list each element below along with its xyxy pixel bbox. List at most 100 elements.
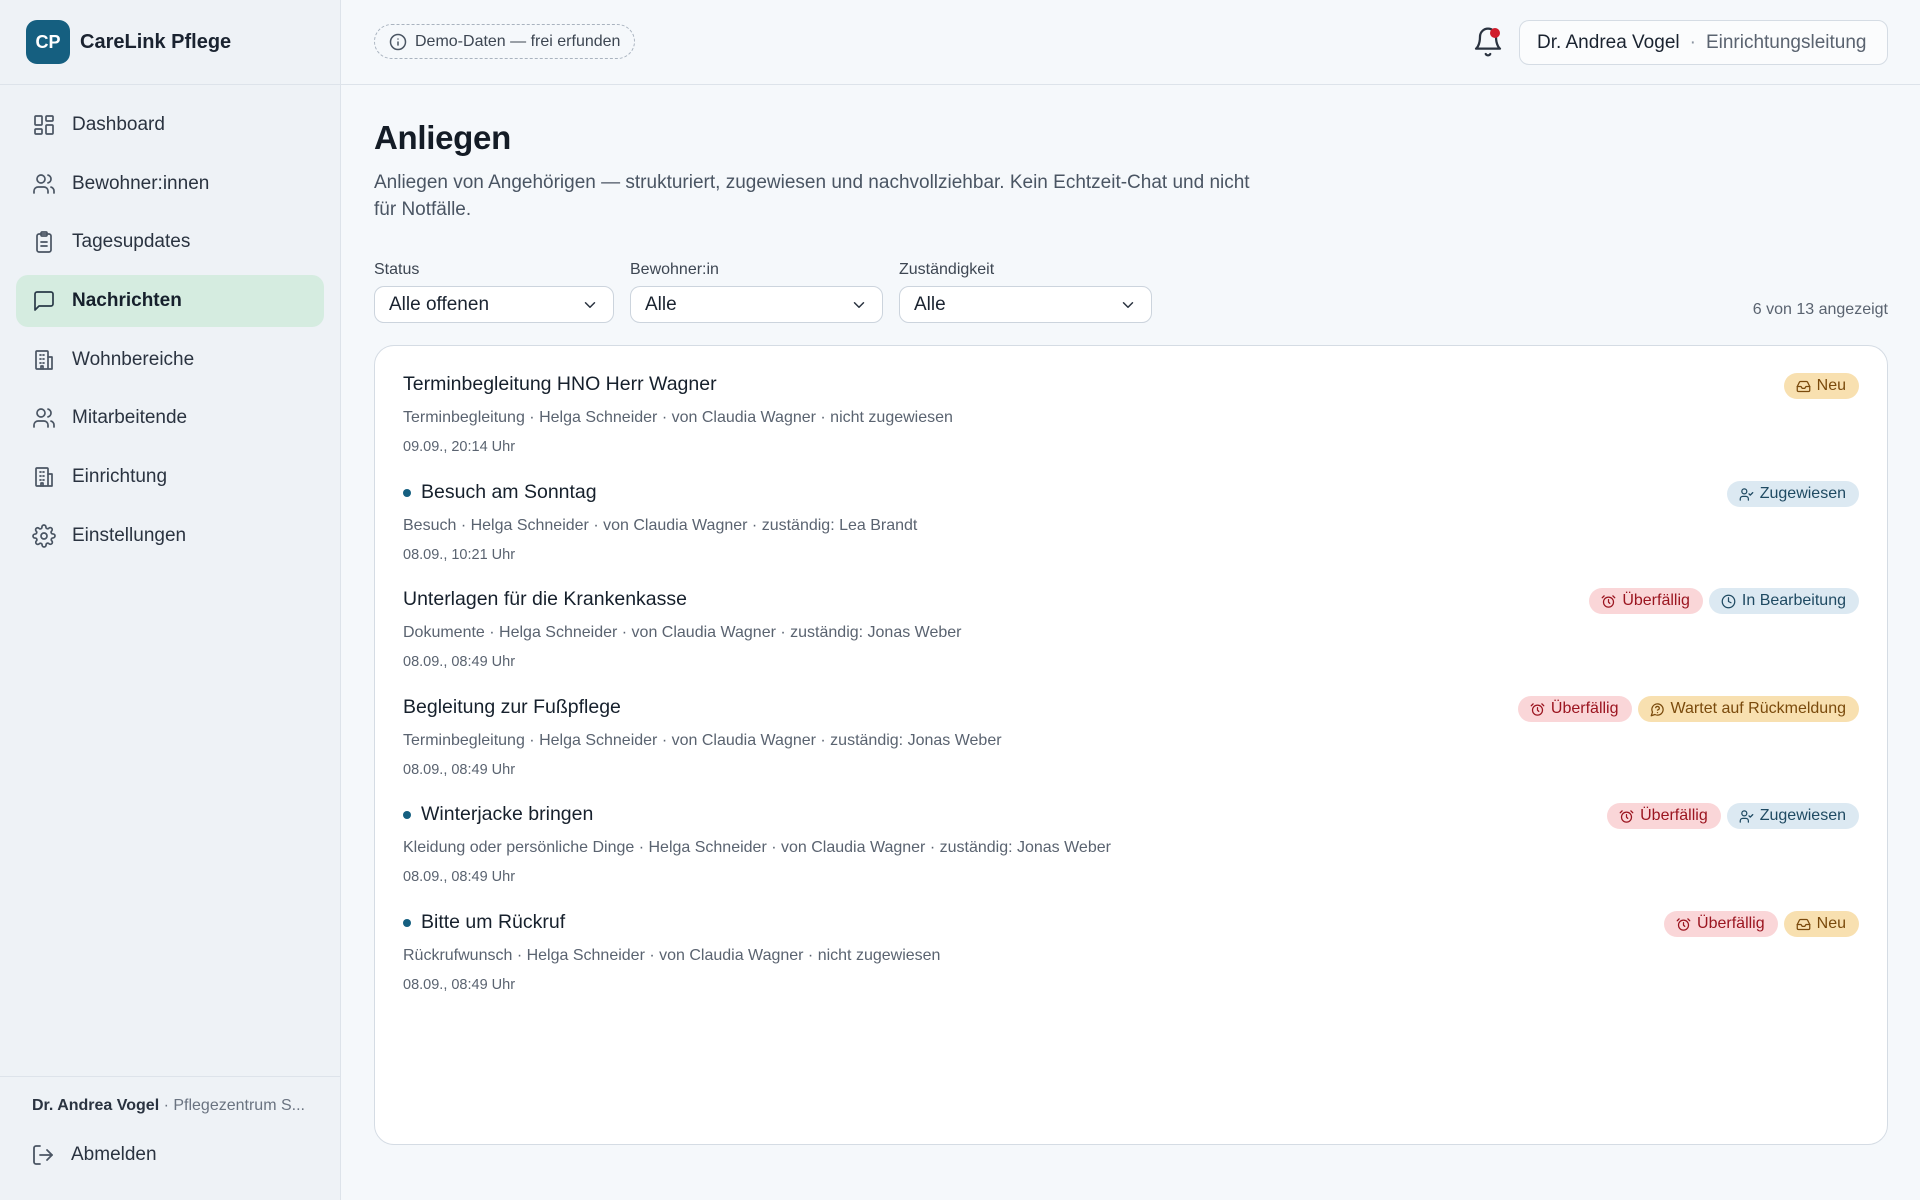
sidebar-item-label: Bewohner:innen — [72, 172, 210, 194]
sidebar-item-wohnbereiche[interactable]: Wohnbereiche — [16, 334, 324, 386]
request-meta: Rückrufwunsch · Helga Schneider · von Cl… — [403, 947, 941, 964]
status-badges: Überfällig In Bearbeitung — [1589, 588, 1859, 614]
status-badge-label: In Bearbeitung — [1741, 592, 1846, 609]
status-badge-label: Zugewiesen — [1759, 807, 1846, 824]
alarm-clock-icon — [1530, 702, 1545, 717]
request-row[interactable]: Winterjacke bringen Kleidung oder persönl… — [403, 776, 1859, 886]
status-badge-zugewiesen: Zugewiesen — [1726, 481, 1859, 507]
request-time: 08.09., 08:49 Uhr — [403, 977, 516, 993]
building-icon — [32, 348, 56, 372]
unread-indicator — [403, 810, 411, 819]
chevron-down-icon — [850, 296, 868, 314]
resident-filter-label: Bewohner:in — [630, 261, 719, 278]
notification-dot — [1490, 28, 1500, 38]
sidebar-item-label: Dashboard — [72, 114, 165, 135]
brand-name: CareLink Pflege — [80, 30, 232, 53]
sidebar-item-dashboard[interactable]: Dashboard — [16, 99, 324, 151]
sidebar-item-label: Einrichtung — [72, 466, 168, 488]
request-title-text: Terminbegleitung HNO Herr Wagner — [403, 373, 717, 395]
status-badge-ueberfaellig: Überfällig — [1664, 911, 1778, 937]
sidebar-item-bewohner-innen[interactable]: Bewohner:innen — [16, 158, 324, 210]
responsibility-select[interactable]: Alle — [899, 286, 1152, 323]
user-check-icon — [1739, 487, 1754, 502]
status-badge-ueberfaellig: Überfällig — [1589, 588, 1703, 614]
status-select[interactable]: Alle offenen — [374, 286, 614, 323]
sidebar-item-label: Wohnbereiche — [72, 348, 195, 370]
user-check-icon — [1739, 809, 1754, 824]
inbox-icon — [1796, 379, 1811, 394]
sidebar-footer: Dr. Andrea Vogel · Pflegezentrum S... Ab… — [0, 1076, 340, 1200]
request-row[interactable]: Unterlagen für die Krankenkasse Dokumente… — [403, 561, 1859, 671]
filter-bar: Status Alle offenen Bewohner:in Alle Zus… — [374, 261, 1888, 323]
result-count: 6 von 13 angezeigt — [1752, 301, 1888, 318]
status-badge-label: Überfällig — [1550, 700, 1619, 717]
logout-icon — [31, 1143, 55, 1167]
request-title: Unterlagen für die Krankenkasse — [403, 588, 687, 611]
status-badge-wartet: Wartet auf Rückmeldung — [1637, 696, 1859, 722]
status-badge-label: Überfällig — [1640, 807, 1708, 824]
request-meta: Besuch · Helga Schneider · von Claudia W… — [403, 517, 918, 534]
status-badges: Zugewiesen — [1726, 481, 1859, 507]
sidebar-item-label: Mitarbeitende — [72, 407, 188, 429]
resident-select[interactable]: Alle — [630, 286, 883, 323]
request-title-text: Unterlagen für die Krankenkasse — [403, 588, 687, 610]
sidebar-item-tagesupdates[interactable]: Tagesupdates — [16, 216, 324, 268]
user-menu-button[interactable]: Dr. Andrea Vogel · Einrichtungsleitung — [1519, 20, 1888, 65]
status-filter-label: Status — [374, 261, 420, 278]
responsibility-filter: Zuständigkeit Alle — [899, 261, 1152, 323]
status-badge-label: Wartet auf Rückmeldung — [1670, 700, 1846, 717]
request-title: Begleitung zur Fußpflege — [403, 696, 621, 719]
request-row[interactable]: Bitte um Rückruf Rückrufwunsch · Helga Sc… — [403, 884, 1859, 994]
request-title: Bitte um Rückruf — [403, 911, 565, 934]
footer-user-name: Dr. Andrea Vogel — [32, 1097, 160, 1114]
request-title-text: Winterjacke bringen — [421, 803, 594, 825]
responsibility-filter-label: Zuständigkeit — [899, 261, 995, 278]
chevron-down-icon — [1119, 296, 1137, 314]
sidebar-item-einrichtung[interactable]: Einrichtung — [16, 451, 324, 503]
topbar: Demo-Daten — frei erfunden Dr. Andrea Vo… — [341, 0, 1920, 85]
user-separator: · — [1689, 31, 1696, 53]
request-time: 09.09., 20:14 Uhr — [403, 439, 516, 455]
sidebar-item-label: Einstellungen — [72, 524, 187, 546]
request-meta: Terminbegleitung · Helga Schneider · von… — [403, 409, 953, 426]
dashboard-grid-icon — [32, 113, 56, 137]
notifications-button[interactable] — [1472, 26, 1504, 58]
status-badges: Überfällig Neu — [1664, 911, 1859, 937]
alarm-clock-icon — [1601, 594, 1616, 609]
request-title-text: Besuch am Sonntag — [421, 481, 597, 503]
request-list: Terminbegleitung HNO Herr Wagner Terminbe… — [374, 345, 1888, 1145]
chevron-down-icon — [581, 296, 599, 314]
request-meta: Dokumente · Helga Schneider · von Claudi… — [403, 624, 962, 641]
alarm-clock-icon — [1619, 809, 1634, 824]
responsibility-select-value: Alle — [914, 293, 946, 315]
status-badge-label: Neu — [1816, 377, 1846, 394]
demo-badge-text: Demo-Daten — frei erfunden — [415, 32, 621, 50]
sidebar-item-label: Tagesupdates — [72, 231, 191, 253]
demo-data-badge: Demo-Daten — frei erfunden — [374, 24, 636, 59]
request-row[interactable]: Begleitung zur Fußpflege Terminbegleitung… — [403, 669, 1859, 779]
logout-button[interactable]: Abmelden — [31, 1143, 308, 1167]
request-time: 08.09., 08:49 Uhr — [403, 869, 516, 885]
resident-select-value: Alle — [645, 293, 677, 315]
status-badge-neu: Neu — [1783, 911, 1859, 937]
building-icon — [32, 465, 56, 489]
sidebar-item-einstellungen[interactable]: Einstellungen — [16, 510, 324, 562]
main-content: Anliegen Anliegen von Angehörigen — stru… — [374, 85, 1888, 1145]
unread-indicator — [403, 918, 411, 927]
request-row[interactable]: Besuch am Sonntag Besuch · Helga Schneide… — [403, 454, 1859, 564]
sidebar-item-mitarbeitende[interactable]: Mitarbeitende — [16, 392, 324, 444]
request-row[interactable]: Terminbegleitung HNO Herr Wagner Terminbe… — [403, 346, 1859, 456]
sidebar-item-nachrichten[interactable]: Nachrichten — [16, 275, 324, 328]
clipboard-icon — [32, 230, 56, 254]
status-filter: Status Alle offenen — [374, 261, 614, 323]
brand[interactable]: CP CareLink Pflege — [0, 0, 340, 85]
status-badge-ueberfaellig: Überfällig — [1517, 696, 1632, 722]
brand-logo: CP — [26, 20, 70, 64]
users-icon — [32, 406, 56, 430]
page-title: Anliegen — [374, 119, 511, 156]
request-meta: Terminbegleitung · Helga Schneider · von… — [403, 732, 1002, 749]
sidebar-nav: Dashboard Bewohner:innen Tagesupdates Nachr… — [0, 85, 340, 583]
alarm-clock-icon — [1676, 917, 1691, 932]
page-subtitle: Anliegen von Angehörigen — strukturiert,… — [374, 172, 1250, 220]
logout-label: Abmelden — [71, 1144, 157, 1165]
